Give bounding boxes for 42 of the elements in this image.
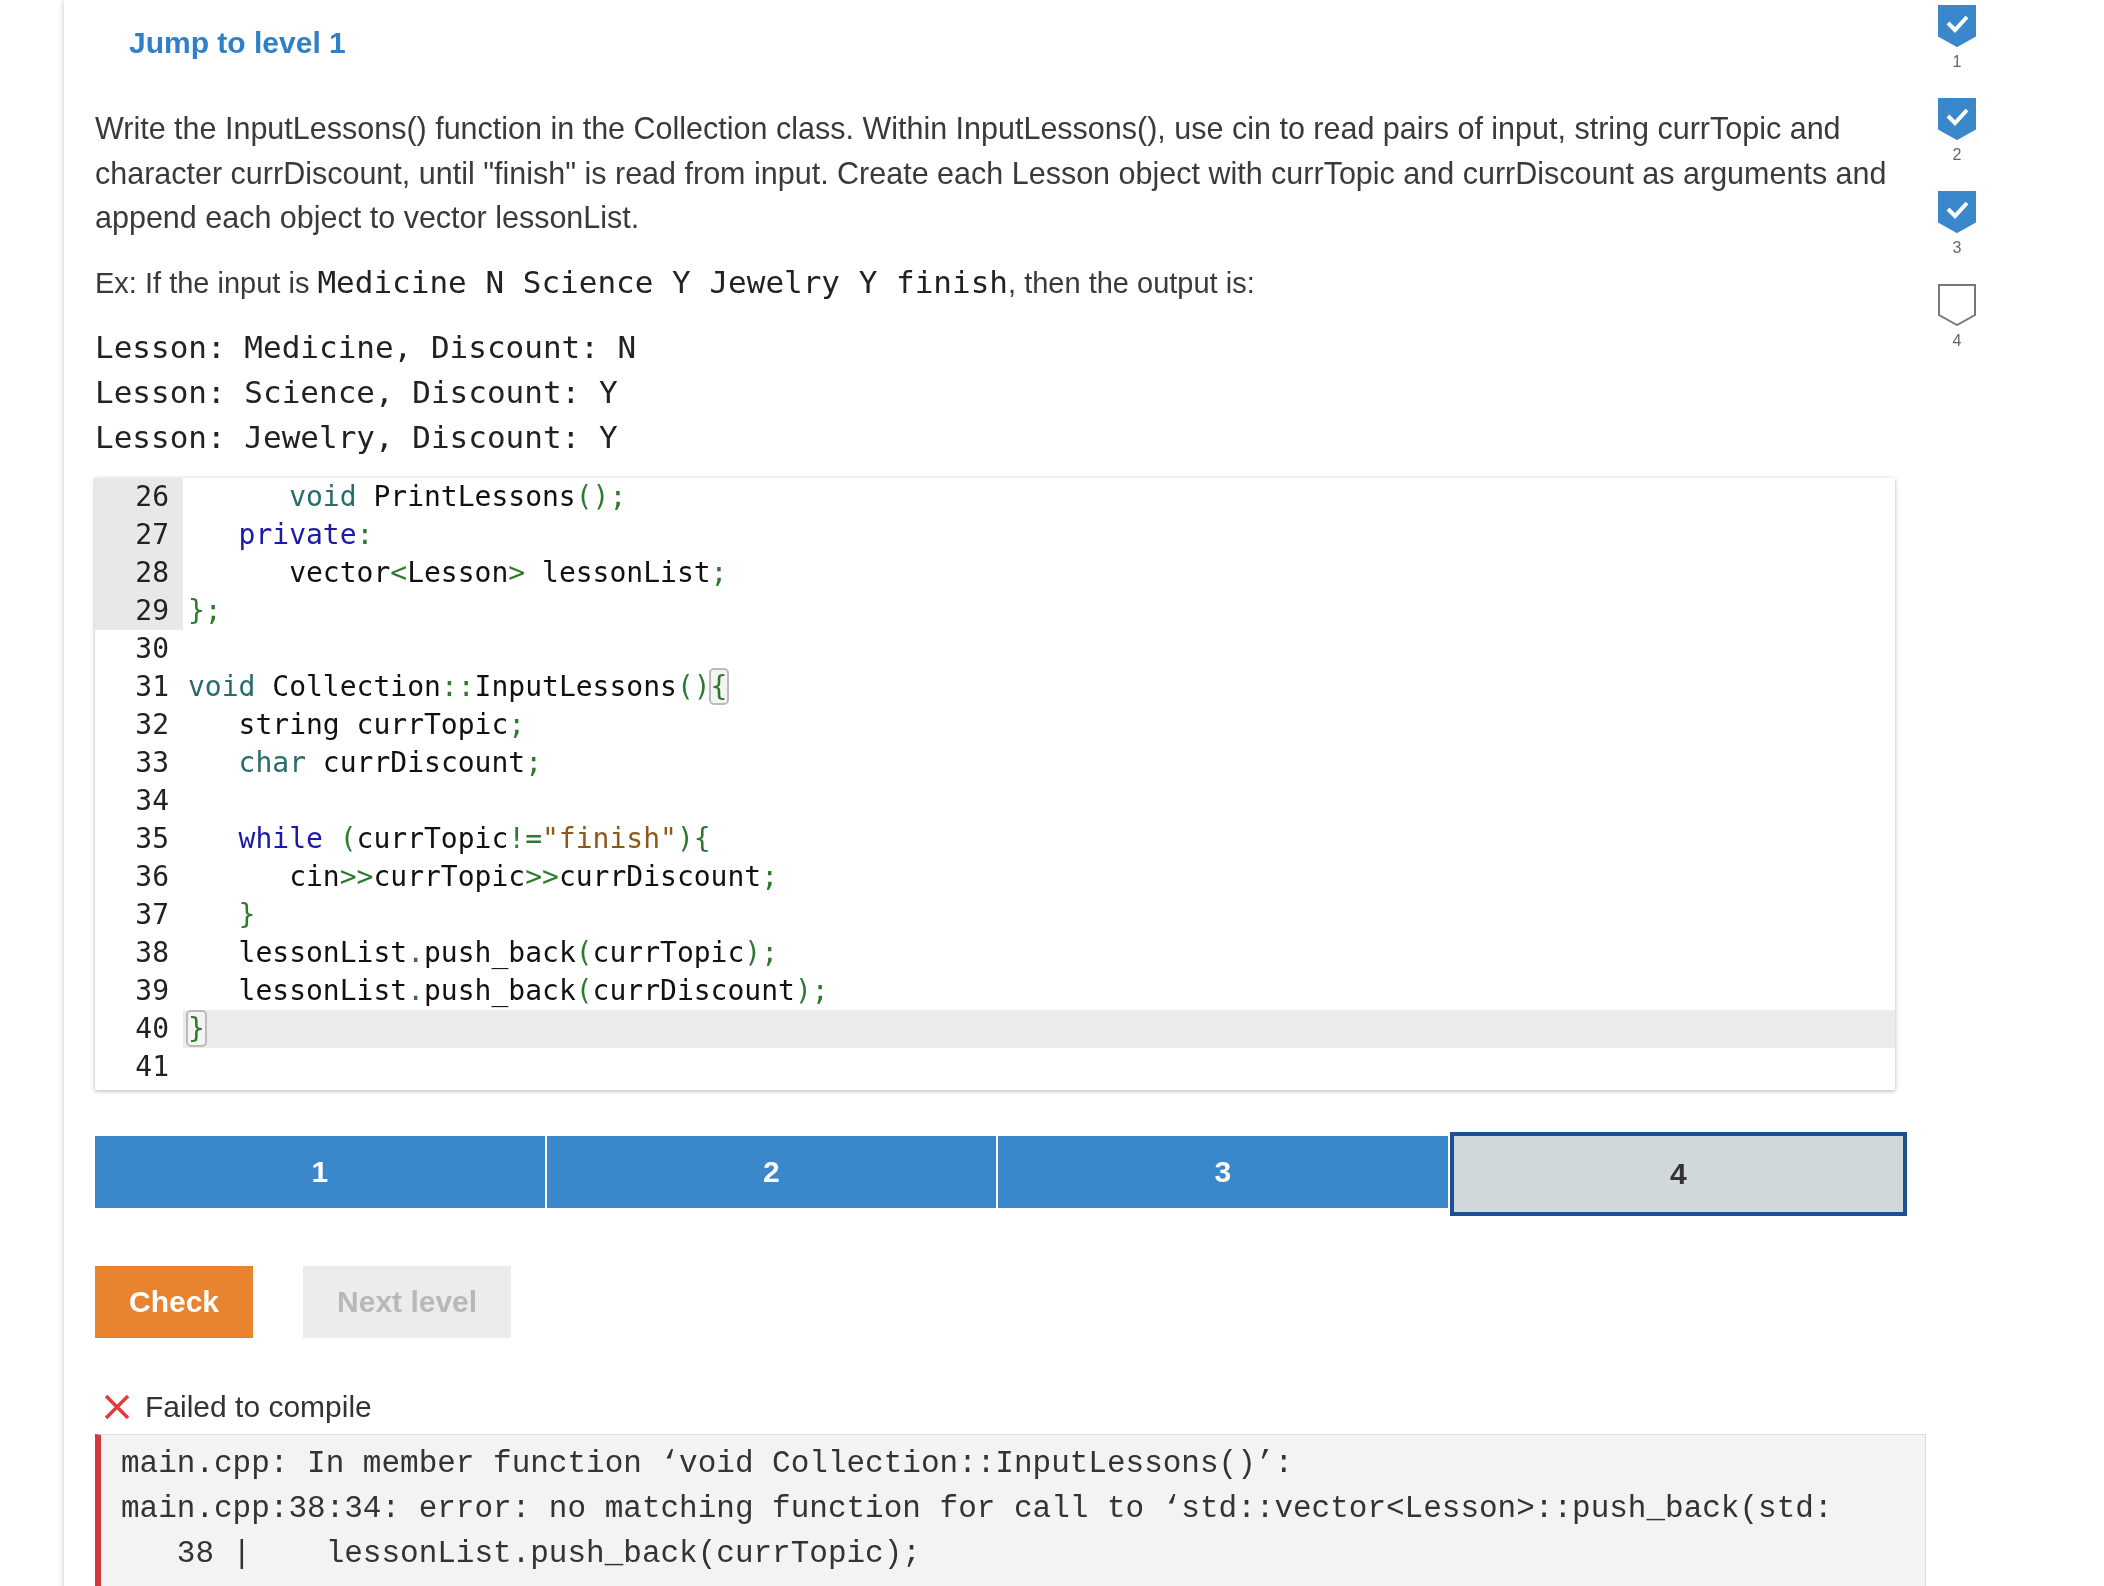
line-number: 40 (95, 1009, 183, 1048)
level-tab[interactable]: 2 (546, 1135, 996, 1208)
error-line: 38 | lessonList.push_back(currTopic); (175, 1534, 922, 1573)
code-line: string currTopic; (237, 706, 526, 743)
level-tab[interactable]: 1 (95, 1135, 545, 1208)
checked-badge-icon[interactable] (1938, 5, 1976, 47)
example-sentence: Ex: If the input is Medicine N Science Y Jewelry Y finish, then the output is: (95, 262, 1256, 302)
code-line: char currDiscount; (237, 744, 543, 781)
level-tab[interactable]: 3 (998, 1135, 1448, 1208)
code-line: cin>>currTopic>>currDiscount; (288, 858, 779, 895)
close-icon (103, 1392, 131, 1421)
checked-badge-icon[interactable] (1938, 98, 1976, 140)
code-line: } (237, 896, 256, 933)
code-line: }; (187, 592, 222, 629)
status-text: Failed to compile (145, 1389, 372, 1424)
output-line: Lesson: Jewelry, Discount: Y (95, 417, 619, 457)
code-line: private: (237, 516, 374, 553)
code-line: lessonList.push_back(currDiscount); (237, 972, 829, 1009)
code-line: while (currTopic!="finish"){ (237, 820, 711, 857)
level-number: 4 (1952, 332, 1962, 350)
output-line: Lesson: Medicine, Discount: N (95, 327, 638, 367)
line-number: 27 (95, 515, 183, 554)
level-tab[interactable]: 4 (1449, 1131, 1907, 1216)
code-line: lessonList.push_back(currTopic); (237, 934, 779, 971)
level-number: 2 (1952, 146, 1962, 164)
line-number: 26 (95, 477, 183, 516)
line-number: 29 (95, 591, 183, 630)
checked-badge-icon[interactable] (1938, 191, 1976, 233)
code-editor[interactable] (95, 477, 1895, 1090)
output-line: Lesson: Science, Discount: Y (95, 372, 619, 412)
code-line: void Collection::InputLessons(){ (187, 668, 728, 705)
instructions-text: Write the InputLessons() function in the Collection class. Within InputLessons(), use cin to read pairs of input, string currTopic and character currDiscount, until "finish" is read from input. Create each Lesson object with currTopic and currDiscount as arguments and append each object to vector lessonList. (95, 110, 1888, 237)
level-number: 1 (1952, 53, 1962, 71)
code-line: vector<Lesson> lessonList; (288, 554, 728, 591)
error-line: main.cpp:38:34: error: no matching function for call to ‘std::vector<Lesson>::push_back(std: (121, 1489, 1834, 1528)
code-line: void PrintLessons(); (288, 478, 627, 515)
jump-to-level-link[interactable]: Jump to level 1 (129, 26, 346, 60)
check-button[interactable]: Check (95, 1265, 254, 1338)
empty-badge-icon[interactable] (1938, 284, 1976, 326)
level-number: 3 (1952, 239, 1962, 257)
line-number: 28 (95, 553, 183, 592)
error-line: main.cpp: In member function ‘void Collection::InputLessons()’: (121, 1444, 1294, 1483)
